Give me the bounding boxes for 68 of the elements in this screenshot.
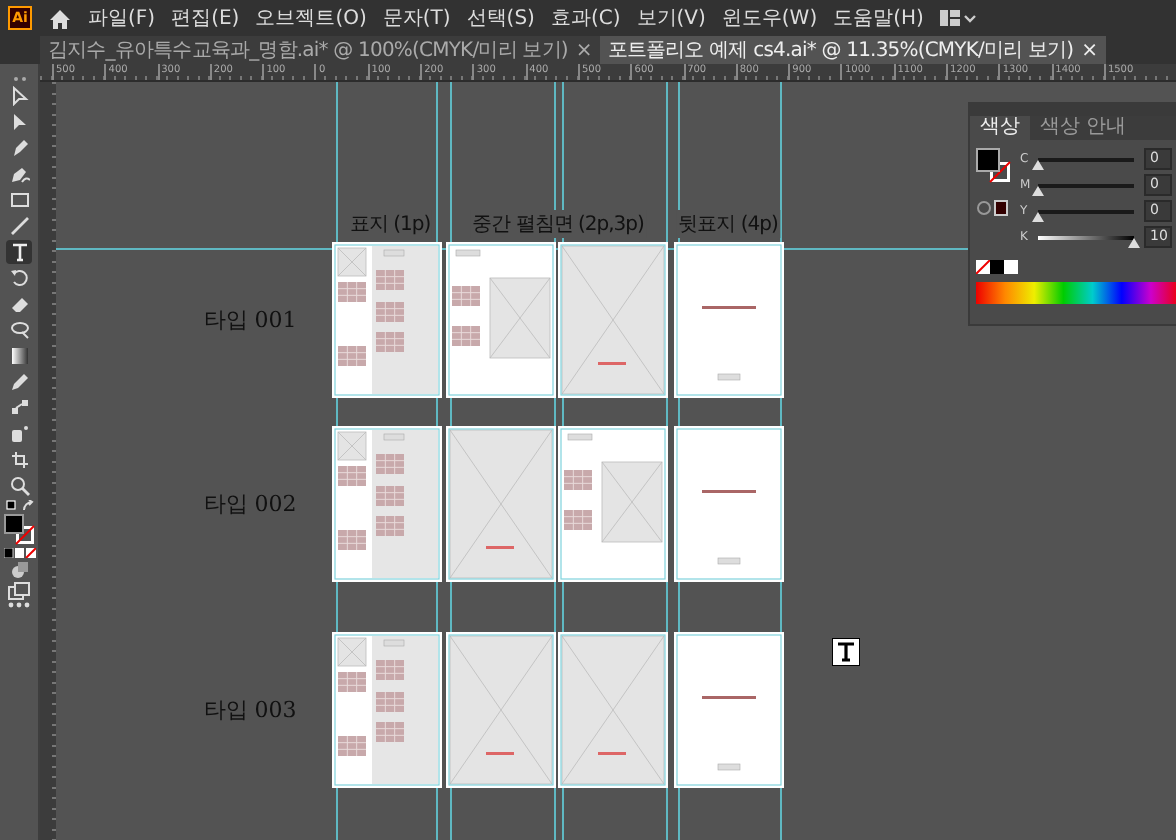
eraser-icon xyxy=(9,294,29,314)
fill-stroke-icon[interactable] xyxy=(976,148,1012,184)
pen-icon xyxy=(9,138,29,158)
selection-arrow-icon xyxy=(9,86,29,106)
swatch-icon[interactable] xyxy=(976,260,1018,274)
tool-button[interactable] xyxy=(6,396,32,420)
brush-icon xyxy=(9,216,29,236)
tool-button[interactable] xyxy=(6,422,32,446)
document-tab[interactable]: 김지수_유아특수교육과_명함.ai* @ 100%(CMYK/미리 보기) × xyxy=(40,36,600,64)
fill-stroke-icon[interactable] xyxy=(3,514,35,546)
more-icon[interactable] xyxy=(8,602,30,608)
tool-button[interactable] xyxy=(6,370,32,394)
close-button[interactable]: × xyxy=(1081,39,1098,61)
tool-button[interactable] xyxy=(6,318,32,342)
menu-item[interactable]: 파일(F) xyxy=(88,4,156,32)
menu-item[interactable]: 오브젝트(O) xyxy=(255,4,367,32)
panel-tab[interactable]: 색상 안내 xyxy=(1030,116,1137,140)
blend-icon xyxy=(9,398,29,418)
tool-button[interactable] xyxy=(6,240,32,264)
row-label: 타입 002 xyxy=(203,489,297,519)
lasso-icon xyxy=(9,320,29,340)
tool-button[interactable] xyxy=(6,188,32,212)
rectangle-icon xyxy=(9,190,29,210)
slider-thumb[interactable] xyxy=(1032,185,1044,195)
zoom-icon xyxy=(9,476,29,496)
tool-button[interactable] xyxy=(6,344,32,368)
close-button[interactable]: × xyxy=(575,39,592,61)
menu-item[interactable]: 윈도우(W) xyxy=(721,4,818,32)
rotate-icon xyxy=(9,268,29,288)
menu-item[interactable]: 편집(E) xyxy=(171,4,240,32)
column-heading: 표지 (1p) xyxy=(347,210,433,238)
menu-item[interactable]: 보기(V) xyxy=(636,4,706,32)
row-label: 타입 001 xyxy=(203,305,297,335)
slider-thumb[interactable] xyxy=(1032,211,1044,221)
menu-item[interactable]: 선택(S) xyxy=(466,4,535,32)
menu-item[interactable]: 문자(T) xyxy=(382,4,451,32)
tool-button[interactable] xyxy=(6,448,32,472)
type-cursor-icon xyxy=(832,638,860,666)
tool-button[interactable] xyxy=(6,266,32,290)
color-spectrum[interactable] xyxy=(976,282,1176,304)
type-icon xyxy=(9,242,29,262)
row-label: 타입 003 xyxy=(203,695,297,725)
arrow-icon xyxy=(9,112,29,132)
screen-mode-icon[interactable] xyxy=(8,582,30,600)
grip-icon[interactable] xyxy=(11,76,27,82)
home-icon[interactable] xyxy=(48,7,72,29)
column-heading: 뒷표지 (4p) xyxy=(676,210,780,238)
draw-mode-icon[interactable] xyxy=(9,560,29,580)
tab-title: 포트폴리오 예제 cs4.ai* @ 11.35%(CMYK/미리 보기) xyxy=(607,38,1074,64)
panel-tab[interactable]: 색상 xyxy=(970,116,1030,140)
eyedropper-icon xyxy=(9,372,29,392)
out-of-gamut-icon xyxy=(976,200,1008,216)
swap-colors-icon[interactable] xyxy=(5,500,33,512)
column-heading: 중간 펼침면 (2p,3p) xyxy=(470,210,646,238)
spray-icon xyxy=(9,424,29,444)
slider-thumb[interactable] xyxy=(1032,159,1044,169)
gradient-icon xyxy=(9,346,29,366)
crop-icon xyxy=(9,450,29,470)
tool-button[interactable] xyxy=(6,214,32,238)
menu-item[interactable]: 도움말(H) xyxy=(833,4,924,32)
tab-title: 김지수_유아특수교육과_명함.ai* @ 100%(CMYK/미리 보기) xyxy=(48,38,568,64)
document-tab[interactable]: 포트폴리오 예제 cs4.ai* @ 11.35%(CMYK/미리 보기) × xyxy=(599,36,1106,64)
tool-button[interactable] xyxy=(6,474,32,498)
menu-item[interactable]: 효과(C) xyxy=(550,4,621,32)
tool-button[interactable] xyxy=(6,162,32,186)
color-mode-icon[interactable] xyxy=(3,548,35,558)
pen-icon xyxy=(9,164,29,184)
workspace-icon[interactable] xyxy=(939,8,976,28)
